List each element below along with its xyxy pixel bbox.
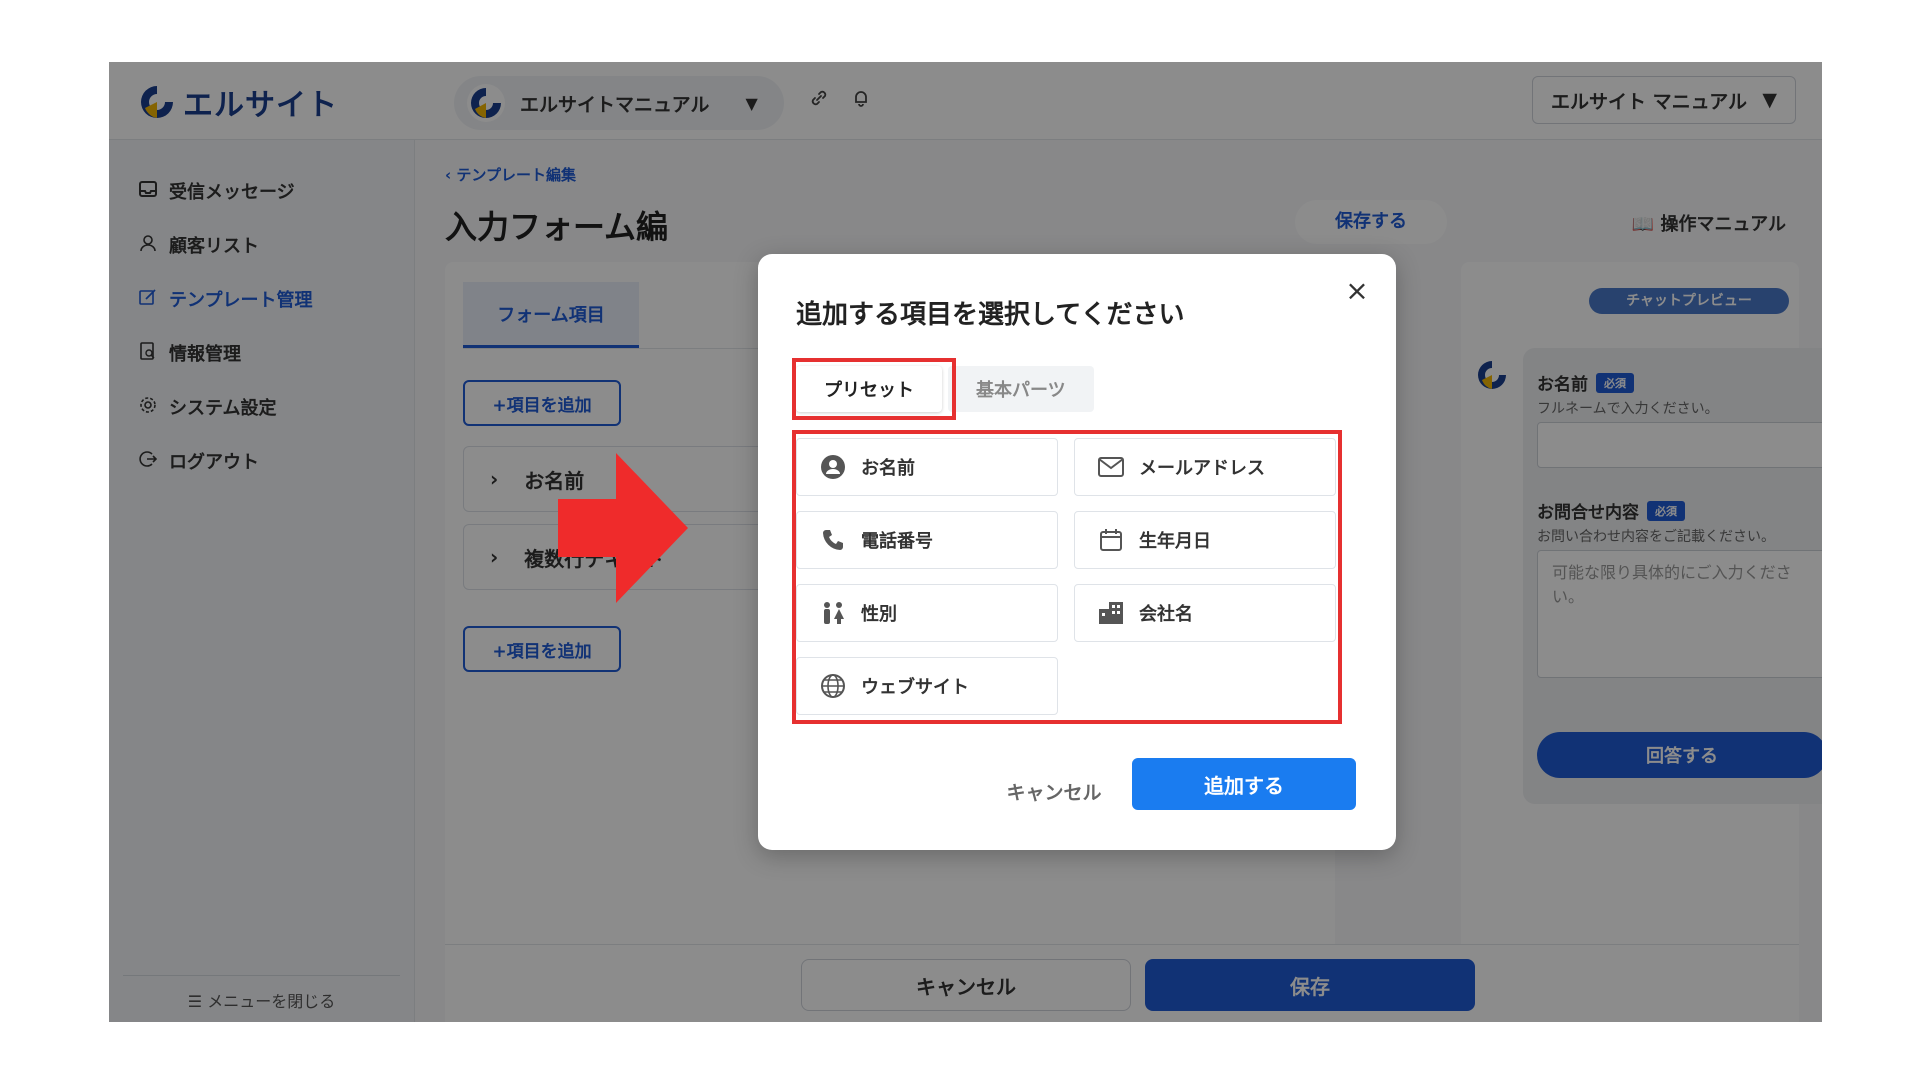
highlight-box-tab <box>792 358 956 420</box>
modal-add-button[interactable]: 追加する <box>1132 758 1356 810</box>
tab-basic-parts[interactable]: 基本パーツ <box>948 366 1094 412</box>
close-icon[interactable]: × <box>1342 276 1372 306</box>
app-window: エルサイト エルサイトマニュアル ▼ エルサイト マニュアル ▼ 受信メッセージ… <box>109 62 1822 1022</box>
modal-cancel-button[interactable]: キャンセル <box>998 768 1110 814</box>
modal-title: 追加する項目を選択してください <box>796 300 1185 330</box>
add-item-modal: 追加する項目を選択してください × プリセット 基本パーツ お名前 メールアドレ… <box>758 254 1396 850</box>
arrow-right-icon <box>558 453 688 603</box>
highlight-box-options <box>792 430 1342 724</box>
